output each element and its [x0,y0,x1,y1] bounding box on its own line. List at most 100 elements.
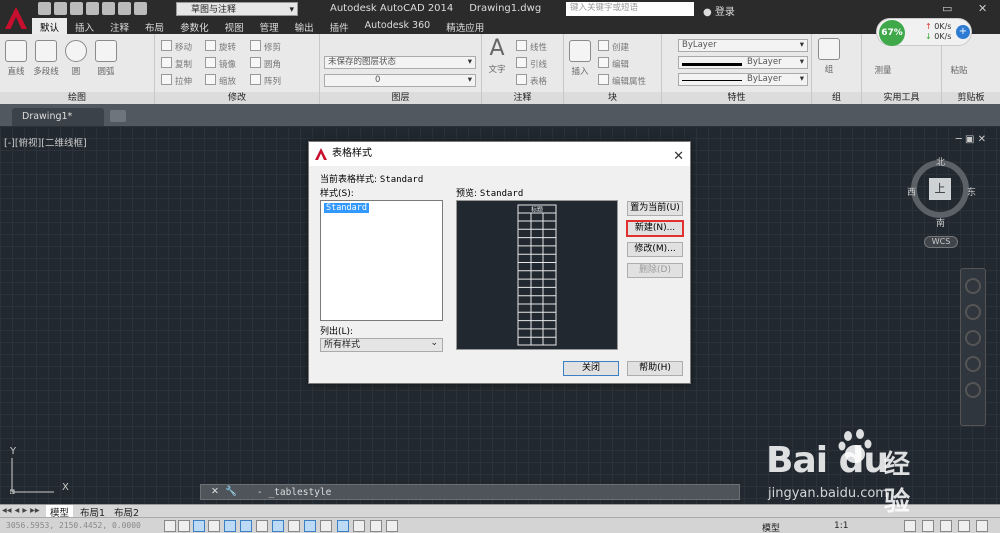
new-style-button[interactable]: 新建(N)... [626,220,684,237]
save-as-icon[interactable] [86,2,99,15]
new-file-icon[interactable] [38,2,51,15]
undo-icon[interactable] [118,2,131,15]
dialog-title-bar[interactable]: 表格样式 ✕ [309,142,690,166]
styles-listbox[interactable]: Standard [320,200,443,321]
wcs-menu[interactable]: WCS [924,236,958,248]
new-tab-button[interactable] [110,110,126,122]
zoom-icon[interactable] [965,330,981,346]
quick-properties-toggle[interactable] [353,520,365,532]
compass-east[interactable]: 东 [967,185,976,198]
transparency-toggle[interactable] [337,520,349,532]
panel-layers-title[interactable]: 图层 [320,92,481,104]
panel-clipboard-title[interactable]: 剪贴板 [942,92,1000,104]
osnap-toggle[interactable] [240,520,252,532]
network-speed-widget[interactable]: 67% ↑ 0K/s ↓ 0K/s + [876,18,972,46]
panel-annotation-title[interactable]: 注释 [482,92,563,104]
application-menu-button[interactable] [0,0,32,36]
tab-parametric[interactable]: 参数化 [172,18,217,34]
linear-dimension-tool[interactable]: 线性 [516,40,547,53]
array-tool[interactable]: 阵列 [250,74,281,87]
polyline-tool[interactable]: 多段线 [33,40,59,77]
command-line[interactable]: ✕ 🔧 - _tablestyle [200,484,740,500]
arc-tool[interactable]: 圆弧 [93,40,119,77]
open-file-icon[interactable] [54,2,67,15]
annotation-scale[interactable]: 1:1 [834,521,848,531]
selection-cycling-toggle[interactable] [370,520,382,532]
login-button[interactable]: ● 登录 [703,3,735,18]
edit-block-tool[interactable]: 编辑 [598,57,629,70]
lock-icon[interactable] [922,520,934,532]
isolate-objects-icon[interactable] [958,520,970,532]
ducs-toggle[interactable] [288,520,300,532]
viewport-label[interactable]: [-][俯视][二维线框] [4,135,87,149]
close-button[interactable]: 关闭 [563,361,619,376]
move-tool[interactable]: 移动 [161,40,192,53]
tab-view[interactable]: 视图 [217,18,252,34]
panel-block-title[interactable]: 块 [564,92,661,104]
tab-featured-apps[interactable]: 精选应用 [438,18,492,34]
command-prompt[interactable]: - _tablestyle [257,487,331,498]
measure-tool[interactable]: 测量 [870,64,896,76]
steering-wheel-icon[interactable] [965,278,981,294]
ortho-toggle[interactable] [208,520,220,532]
set-current-button[interactable]: 置为当前(U) [627,201,683,216]
layer-dropdown[interactable]: 0 [324,74,476,87]
workspace-select[interactable]: 草图与注释 [176,2,298,17]
compass-west[interactable]: 西 [907,185,916,198]
list-filter-select[interactable]: 所有样式 [320,337,443,352]
paste-tool[interactable]: 粘贴 [946,64,972,76]
showmotion-icon[interactable] [965,382,981,398]
tab-default[interactable]: 默认 [32,18,68,34]
print-icon[interactable] [102,2,115,15]
pan-icon[interactable] [965,304,981,320]
copy-tool[interactable]: 复制 [161,57,192,70]
trim-tool[interactable]: 修剪 [250,40,281,53]
tab-autodesk-360[interactable]: Autodesk 360 [357,18,439,34]
orbit-icon[interactable] [965,356,981,372]
close-window-button[interactable]: ✕ [978,2,987,15]
tab-insert[interactable]: 插入 [67,18,102,34]
dialog-close-icon[interactable]: ✕ [673,145,684,169]
stretch-tool[interactable]: 拉伸 [161,74,192,87]
modify-style-button[interactable]: 修改(M)... [627,242,683,257]
create-block-tool[interactable]: 创建 [598,40,629,53]
insert-block-tool[interactable]: 插入 [567,40,593,77]
rotate-tool[interactable]: 旋转 [205,40,236,53]
document-tab[interactable]: Drawing1* [12,108,104,126]
panel-draw-title[interactable]: 绘图 [0,92,154,104]
scale-tool[interactable]: 缩放 [205,74,236,87]
circle-tool[interactable]: 圆 [63,40,89,77]
close-icon[interactable]: ✕ 🔧 [211,486,237,497]
group-tool[interactable]: 组 [816,38,842,75]
table-tool[interactable]: 表格 [516,74,547,87]
3d-osnap-toggle[interactable] [256,520,268,532]
plus-icon[interactable]: + [956,25,970,39]
panel-groups-title[interactable]: 组 [812,92,861,104]
panel-modify-title[interactable]: 修改 [155,92,319,104]
model-space-button[interactable]: 模型 [762,521,780,533]
tab-annotate[interactable]: 注释 [102,18,137,34]
workspace-switch-icon[interactable] [904,520,916,532]
panel-properties-title[interactable]: 特性 [662,92,811,104]
clean-screen-icon[interactable] [976,520,988,532]
hardware-acceleration-icon[interactable] [940,520,952,532]
line-tool[interactable]: 直线 [3,40,29,77]
viewport-window-controls[interactable]: ─ ▣ ✕ [956,134,986,145]
layout-nav-arrows[interactable]: ◂◂ ◂ ▸ ▸▸ [2,505,40,516]
save-icon[interactable] [70,2,83,15]
minimize-button[interactable]: ▭ [942,2,952,15]
tab-output[interactable]: 输出 [287,18,322,34]
leader-tool[interactable]: 引线 [516,57,547,70]
fillet-tool[interactable]: 圆角 [250,57,281,70]
annotation-monitor-toggle[interactable] [386,520,398,532]
dyn-toggle[interactable] [304,520,316,532]
style-item-standard[interactable]: Standard [324,203,369,213]
redo-icon[interactable] [134,2,147,15]
infer-constraints-toggle[interactable] [164,520,176,532]
tab-manage[interactable]: 管理 [252,18,287,34]
compass-south[interactable]: 南 [936,216,945,229]
otrack-toggle[interactable] [272,520,284,532]
grid-toggle[interactable] [193,520,205,532]
compass-north[interactable]: 北 [936,155,945,168]
mirror-tool[interactable]: 镜像 [205,57,236,70]
